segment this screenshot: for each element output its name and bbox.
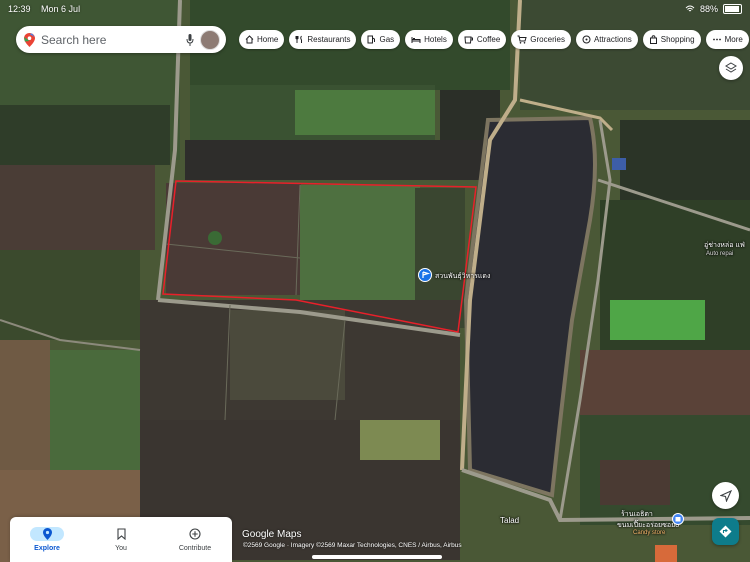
- satellite-map[interactable]: [0, 0, 750, 562]
- road-label: Talad: [500, 516, 520, 525]
- fork-knife-icon: [295, 35, 303, 43]
- chip-label: Coffee: [476, 35, 501, 44]
- tab-explore[interactable]: Explore: [10, 517, 84, 562]
- my-location-button[interactable]: [712, 482, 739, 509]
- avatar[interactable]: [200, 29, 220, 50]
- chip-label: Home: [257, 35, 279, 44]
- tab-you-label: You: [115, 545, 127, 552]
- home-icon: [245, 35, 254, 44]
- chip-label: Shopping: [660, 35, 695, 44]
- shopping-bag-icon: [649, 35, 657, 44]
- navigation-arrow-icon: [719, 489, 732, 502]
- google-maps-logo: Google Maps: [242, 529, 302, 540]
- directions-icon: [719, 525, 732, 538]
- coffee-cup-icon: [464, 36, 473, 44]
- home-indicator[interactable]: [312, 555, 442, 559]
- category-chips: Home Restaurants Gas Hotels Coffee Groce…: [239, 30, 749, 49]
- layers-icon: [725, 62, 737, 73]
- add-circle-icon: [189, 528, 201, 540]
- google-maps-pin-icon: [24, 32, 35, 47]
- more-dots-icon: [712, 38, 721, 41]
- copyright-text[interactable]: ©2569 Google · Imagery ©2569 Maxar Techn…: [243, 542, 462, 549]
- bed-icon: [411, 37, 421, 43]
- microphone-icon[interactable]: [186, 33, 194, 46]
- bookmark-icon: [116, 528, 126, 540]
- chip-label: Hotels: [424, 35, 447, 44]
- chip-groceries[interactable]: Groceries: [511, 30, 571, 49]
- poi-sublabel-auto-repair: Auto repai: [706, 251, 734, 257]
- battery-percent: 88%: [699, 4, 718, 14]
- directions-button[interactable]: [712, 518, 739, 545]
- chip-label: Attractions: [593, 35, 632, 44]
- chip-label: More: [724, 35, 743, 44]
- chip-restaurants[interactable]: Restaurants: [289, 30, 357, 49]
- chip-label: Groceries: [530, 35, 565, 44]
- attraction-icon: [582, 35, 591, 44]
- chip-hotels[interactable]: Hotels: [405, 30, 453, 49]
- bottom-tab-bar: Explore You Contribute: [10, 517, 232, 562]
- tab-you[interactable]: You: [84, 517, 158, 562]
- chip-coffee[interactable]: Coffee: [457, 30, 507, 49]
- chip-gas[interactable]: Gas: [361, 30, 401, 49]
- status-date: Mon 6 Jul: [41, 4, 81, 14]
- tab-contribute[interactable]: Contribute: [158, 517, 232, 562]
- place-pin-icon[interactable]: [418, 268, 432, 282]
- chip-more[interactable]: More: [705, 30, 749, 49]
- shop-pin-icon[interactable]: [672, 513, 684, 525]
- tab-explore-label: Explore: [34, 545, 60, 552]
- tab-contribute-label: Contribute: [178, 545, 212, 552]
- gas-pump-icon: [367, 35, 376, 44]
- layers-button[interactable]: [719, 56, 743, 80]
- search-bar[interactable]: Search here: [16, 26, 226, 53]
- place-label[interactable]: สวนพันธุ์วิหารแดง: [435, 271, 490, 282]
- chip-home[interactable]: Home: [239, 30, 285, 49]
- chip-shopping[interactable]: Shopping: [642, 30, 701, 49]
- poi-label-auto-repair[interactable]: อู่ช่างหล่อ แฟ่: [704, 240, 745, 251]
- location-pin-icon: [42, 528, 52, 540]
- poi-label-candy-store[interactable]: ร้านเอธิตา: [621, 509, 653, 520]
- status-time: 12:39: [8, 4, 31, 14]
- chip-label: Restaurants: [307, 35, 351, 44]
- battery-icon: [723, 4, 742, 14]
- cart-icon: [517, 35, 527, 44]
- chip-attractions[interactable]: Attractions: [575, 30, 638, 49]
- search-input[interactable]: Search here: [41, 33, 186, 47]
- wifi-icon: [685, 5, 695, 12]
- status-bar: 12:39 Mon 6 Jul 88%: [0, 0, 750, 18]
- poi-sublabel-candy-store: Candy store: [633, 530, 666, 536]
- chip-label: Gas: [379, 35, 395, 44]
